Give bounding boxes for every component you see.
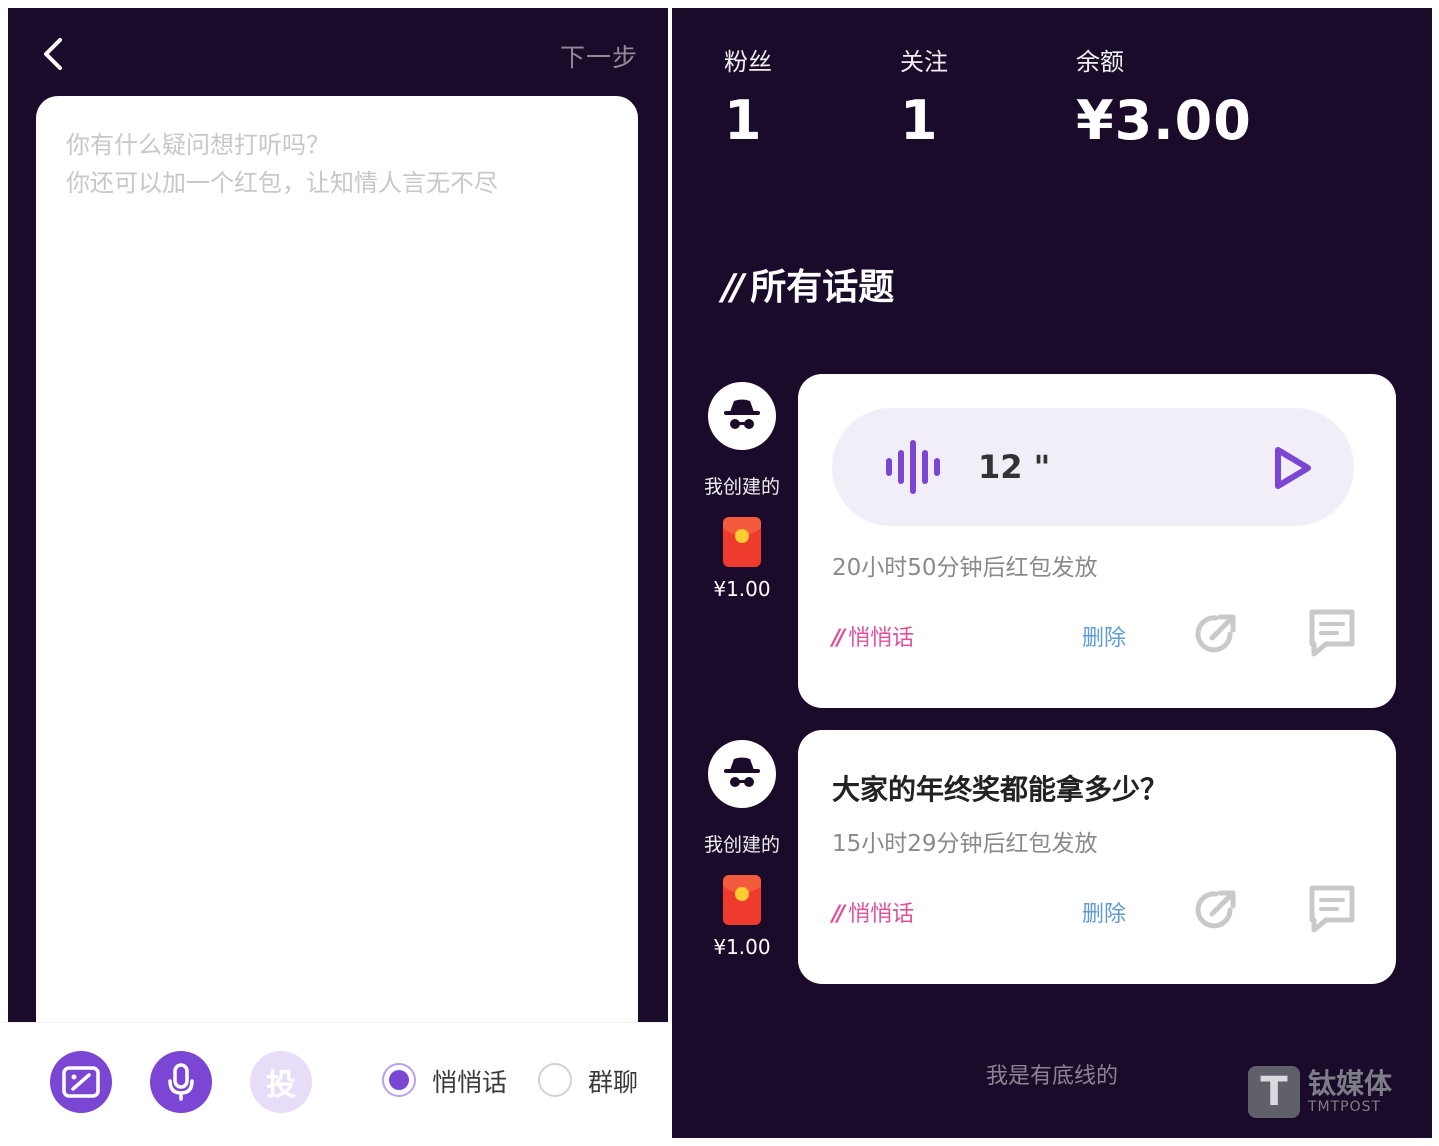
stat-label: 关注 [900,48,948,76]
stat-followers[interactable]: 粉丝 1 [724,42,772,152]
reward-amount: ¥1.00 [713,577,771,601]
avatar[interactable] [708,382,776,450]
topic-card[interactable]: 12 " 20小时50分钟后红包发放 //悄悄话 删除 [798,374,1396,708]
add-image-button[interactable] [50,1051,112,1113]
red-packet-icon [723,875,761,925]
payout-timer: 20小时50分钟后红包发放 [832,555,1098,581]
stat-value: 1 [900,89,939,152]
share-icon[interactable] [1190,608,1242,660]
voice-duration: 12 " [978,448,1051,486]
next-step-button[interactable]: 下一步 [560,38,638,74]
comment-icon[interactable] [1306,606,1358,658]
sound-wave-icon [886,440,940,494]
mic-icon [168,1063,194,1101]
radio-group-chat[interactable] [538,1063,572,1097]
avatar[interactable] [708,740,776,808]
payout-timer: 15小时29分钟后红包发放 [832,831,1098,857]
topic-tag-label: 悄悄话 [848,626,915,651]
compose-toolbar: 投 悄悄话 群聊 [2,1022,668,1138]
reward-amount: ¥1.00 [713,935,771,959]
submit-button[interactable]: 投 [250,1051,312,1113]
delete-button[interactable]: 删除 [1082,620,1126,652]
section-title-mark: // [722,267,744,308]
play-icon[interactable] [1270,444,1314,492]
stat-label: 余额 [1076,48,1124,76]
radio-group-chat-label: 群聊 [588,1068,639,1097]
topic-question: 大家的年终奖都能拿多少？ [832,773,1169,806]
topic-tag-mark: // [832,902,845,927]
red-packet-icon [723,517,761,567]
watermark-logo: T [1247,1066,1300,1118]
topic-meta: 我创建的 ¥1.00 [694,740,790,959]
stat-following[interactable]: 关注 1 [900,42,948,152]
voice-message[interactable]: 12 " [832,408,1354,526]
stat-value: 1 [724,89,763,152]
chevron-left-icon [44,38,62,70]
topic-tag-mark: // [832,626,845,651]
placeholder-line-2: 你还可以加一个红包，让知情人言无不尽 [66,169,498,197]
back-button[interactable] [36,34,72,74]
comment-icon[interactable] [1306,882,1358,934]
topic-tag-label: 悄悄话 [848,902,915,927]
incognito-icon [724,757,760,787]
image-icon [62,1066,100,1098]
topic-meta: 我创建的 ¥1.00 [694,382,790,601]
submit-label: 投 [266,1068,296,1103]
incognito-icon [724,399,760,429]
stat-balance[interactable]: 余额 ¥3.00 [1076,42,1252,152]
creator-label: 我创建的 [703,476,780,498]
section-title: //所有话题 [722,258,894,310]
stat-label: 粉丝 [724,48,772,76]
creator-label: 我创建的 [703,834,780,856]
profile-screen: 粉丝 1 关注 1 余额 ¥3.00 //所有话题 我创建的 ¥1.00 12 … [672,8,1432,1138]
compose-screen: 下一步 你有什么疑问想打听吗？ 你还可以加一个红包，让知情人言无不尽 投 悄悄话… [2,8,668,1138]
watermark-cn: 钛媒体 [1307,1067,1392,1100]
topic-tag[interactable]: //悄悄话 [832,620,914,652]
radio-whisper-label: 悄悄话 [432,1068,508,1097]
screenshot-stage: 下一步 你有什么疑问想打听吗？ 你还可以加一个红包，让知情人言无不尽 投 悄悄话… [0,0,1439,1146]
radio-whisper[interactable] [382,1063,416,1097]
delete-button[interactable]: 删除 [1082,896,1126,928]
section-title-text: 所有话题 [750,267,895,308]
watermark-en: TMTPOST [1307,1099,1382,1115]
placeholder-line-1: 你有什么疑问想打听吗？ [66,131,330,159]
topic-card[interactable]: 大家的年终奖都能拿多少？ 15小时29分钟后红包发放 //悄悄话 删除 [798,730,1396,984]
stat-value: ¥3.00 [1076,89,1252,152]
share-icon[interactable] [1190,884,1242,936]
voice-record-button[interactable] [150,1051,212,1113]
question-editor[interactable]: 你有什么疑问想打听吗？ 你还可以加一个红包，让知情人言无不尽 [36,96,638,1036]
watermark: T 钛媒体 TMTPOST [1247,1066,1392,1118]
topic-tag[interactable]: //悄悄话 [832,896,914,928]
